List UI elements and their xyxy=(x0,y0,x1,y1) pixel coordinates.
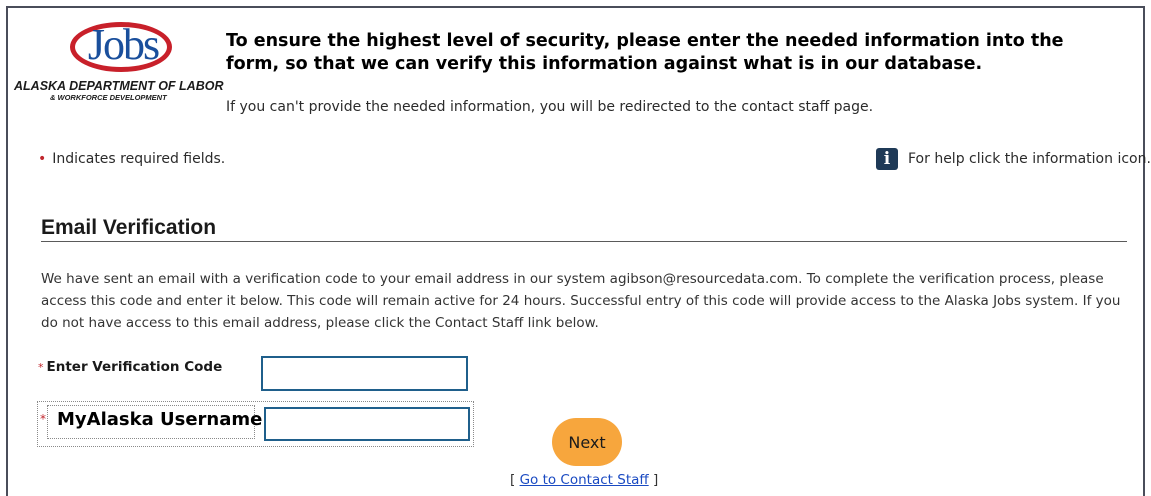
verification-code-label: * Enter Verification Code xyxy=(38,359,222,375)
info-icon[interactable]: i xyxy=(876,148,898,170)
contact-staff-link[interactable]: Go to Contact Staff xyxy=(520,472,649,488)
bracket-open: [ xyxy=(510,472,516,488)
page-headline: To ensure the highest level of security,… xyxy=(226,31,1064,74)
verification-code-label-text: Enter Verification Code xyxy=(46,359,223,375)
logo-org-line2: & WORKFORCE DEVELOPMENT xyxy=(50,93,167,102)
section-title: Email Verification xyxy=(41,216,217,239)
page-subline: If you can't provide the needed informat… xyxy=(226,99,874,115)
next-button[interactable]: Next xyxy=(552,418,622,466)
required-star: * xyxy=(40,412,46,426)
required-star: * xyxy=(38,361,44,374)
bracket-close: ] xyxy=(652,472,659,488)
logo-org-line1: ALASKA DEPARTMENT OF LABOR xyxy=(14,79,224,93)
username-input[interactable] xyxy=(264,407,470,441)
required-fields-text: Indicates required fields. xyxy=(52,151,226,167)
verification-instructions: We have sent an email with a verificatio… xyxy=(41,271,1121,331)
help-hint: i For help click the information icon. xyxy=(876,147,1151,171)
logo-wordmark: Jobs xyxy=(87,20,160,69)
required-fields-note: • Indicates required fields. xyxy=(38,151,225,167)
username-label: MyAlaska Username xyxy=(57,409,263,430)
alaska-jobs-logo: Jobs ALASKA DEPARTMENT OF LABOR & WORKFO… xyxy=(14,18,224,108)
help-text: For help click the information icon. xyxy=(908,151,1151,167)
section-divider xyxy=(41,241,1127,242)
required-marker: • xyxy=(38,151,47,167)
contact-staff-line: [ Go to Contact Staff ] xyxy=(510,472,658,488)
verification-code-input[interactable] xyxy=(261,356,468,391)
